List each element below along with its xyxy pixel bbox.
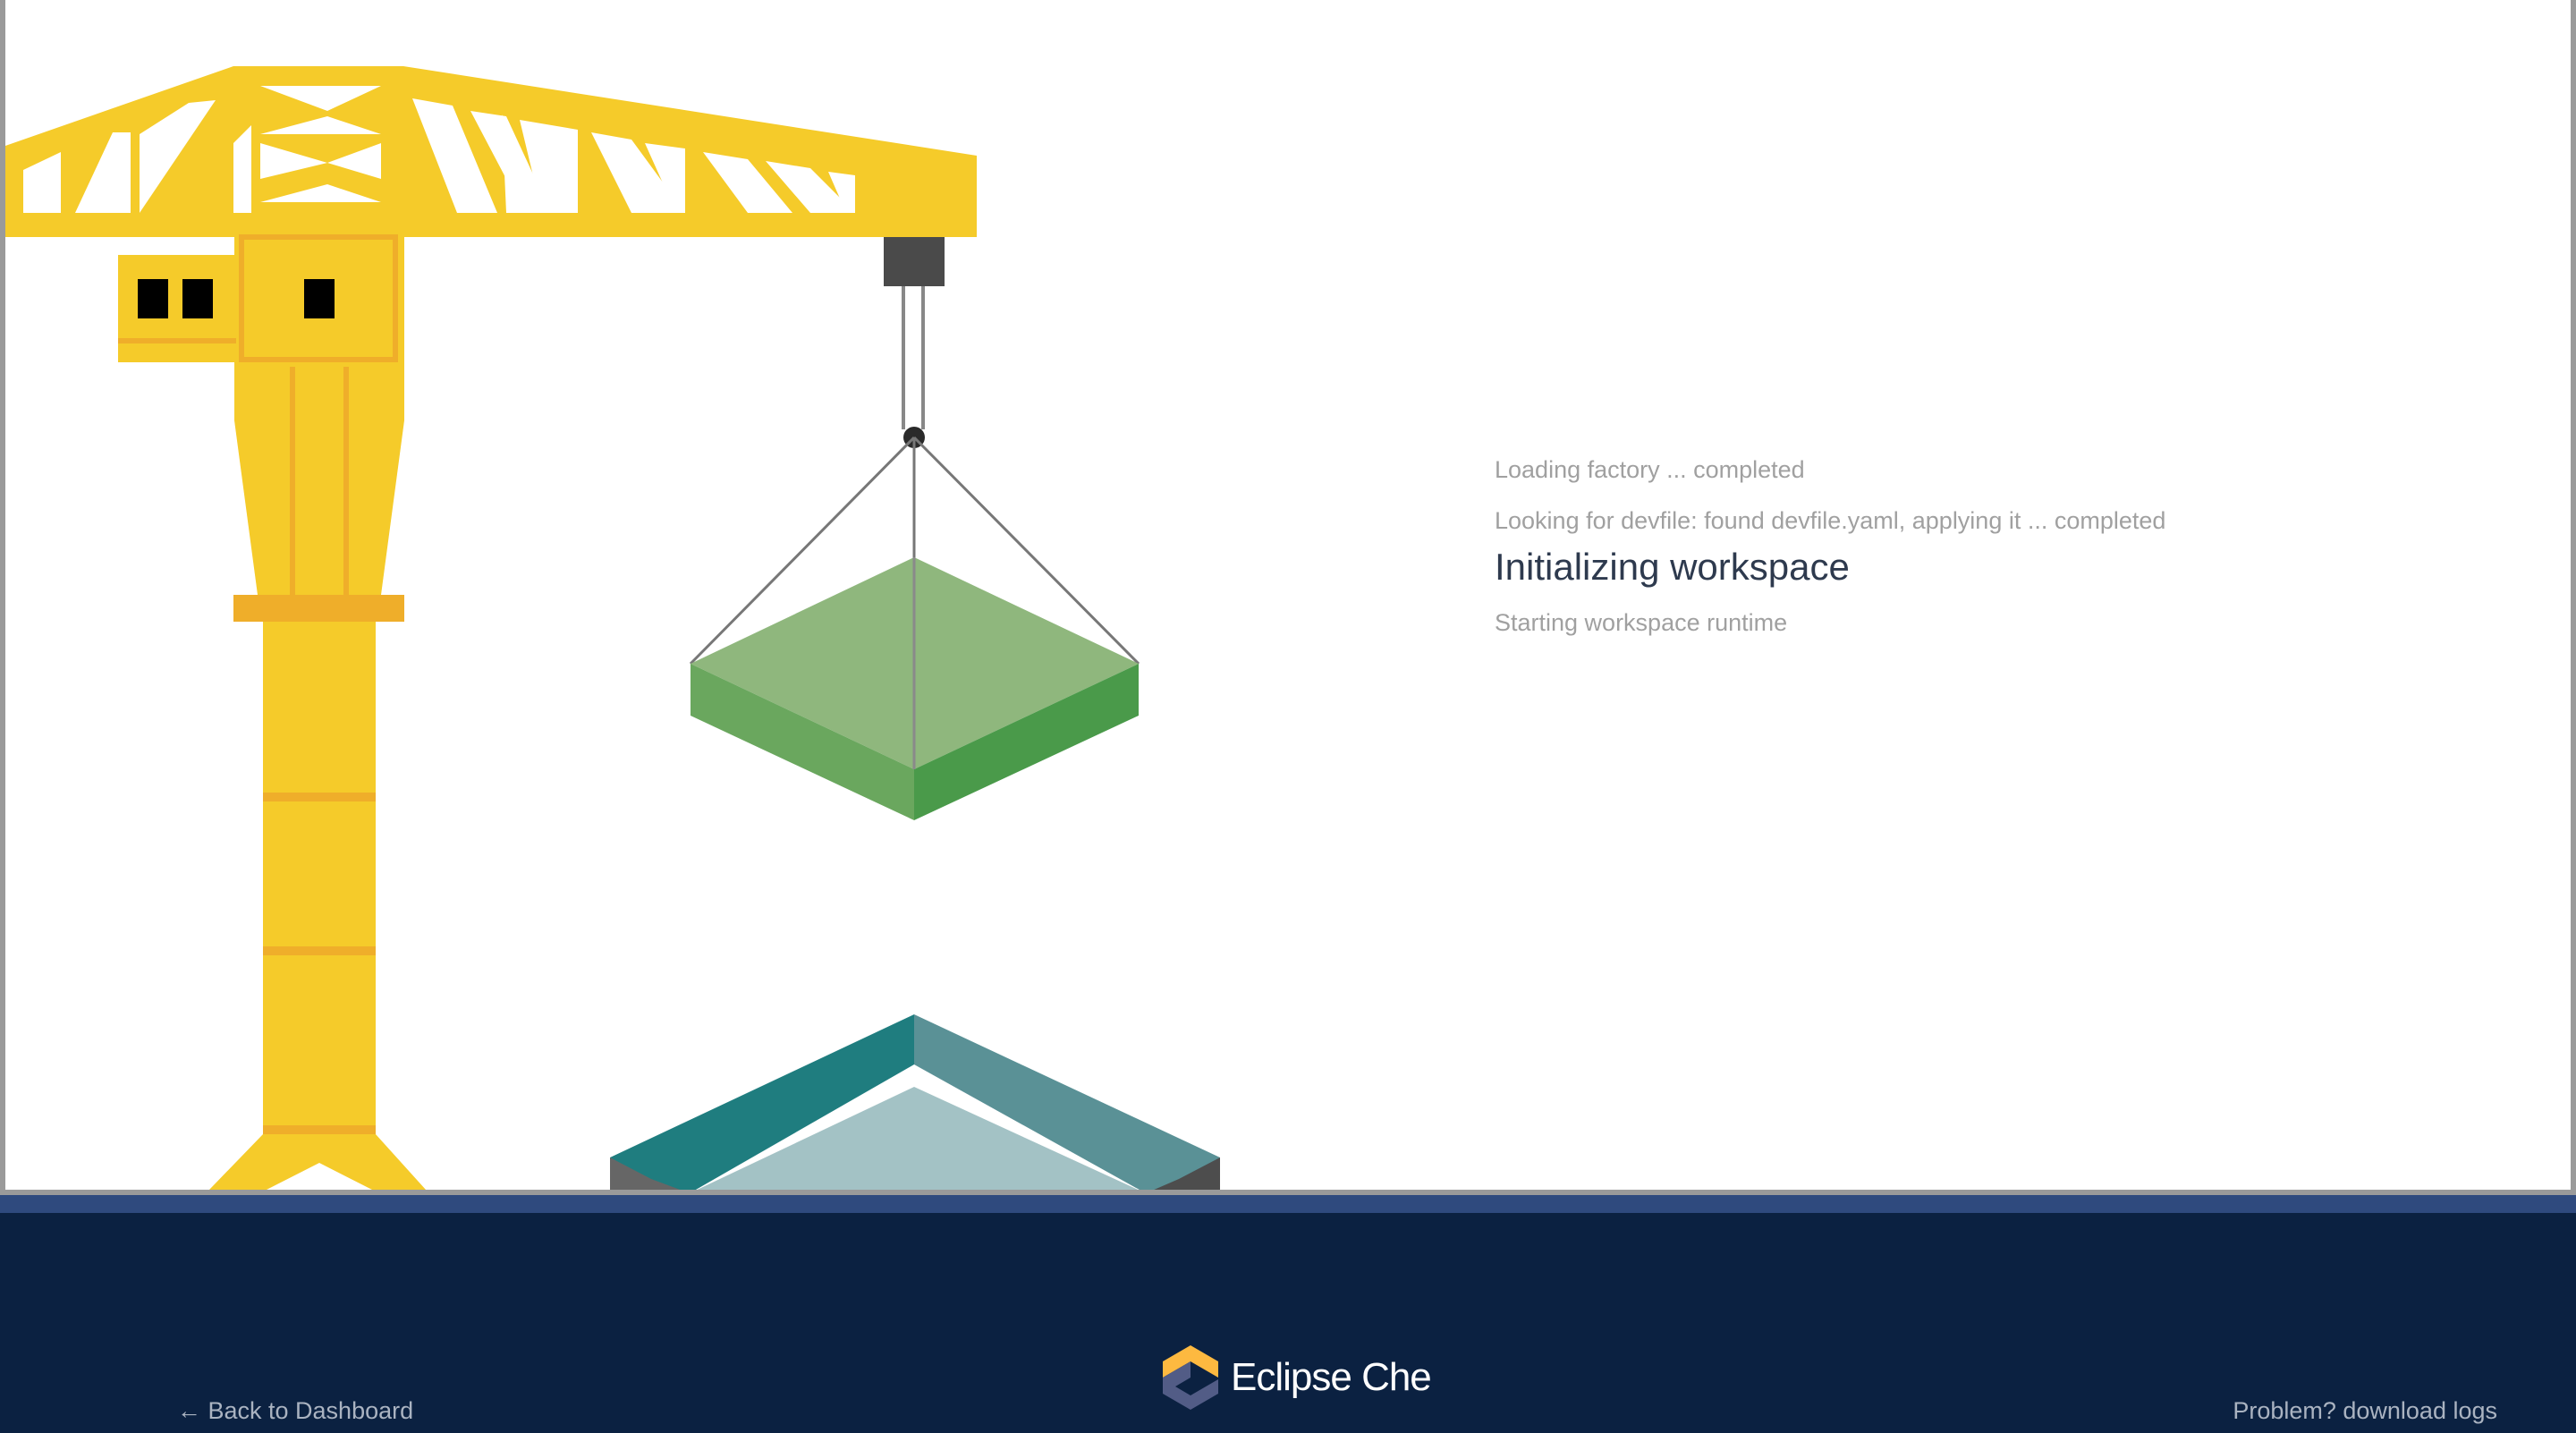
status-band (0, 1195, 2576, 1213)
brand: Eclipse Che (1163, 1342, 1432, 1413)
brand-name: Eclipse Che (1231, 1355, 1432, 1399)
progress-step-runtime: Starting workspace runtime (1495, 609, 1788, 636)
crane-cab (118, 234, 404, 367)
progress-step-loading-factory: Loading factory ... completed (1495, 456, 1805, 483)
back-to-dashboard-link[interactable]: ← Back to Dashboard (177, 1395, 413, 1426)
progress-step-devfile: Looking for devfile: found devfile.yaml,… (1495, 507, 2166, 534)
download-logs-link[interactable]: Problem? download logs (2233, 1395, 2497, 1426)
eclipse-che-logo (1163, 1345, 1218, 1410)
crane-jib (5, 66, 977, 237)
loader-stage: Loading factory ... completed Looking fo… (0, 0, 2576, 1193)
crane-tower (209, 367, 426, 1190)
crane-illustration (5, 66, 1220, 1193)
progress-step-current: Initializing workspace (1495, 546, 1850, 588)
container-base (610, 1014, 1220, 1193)
